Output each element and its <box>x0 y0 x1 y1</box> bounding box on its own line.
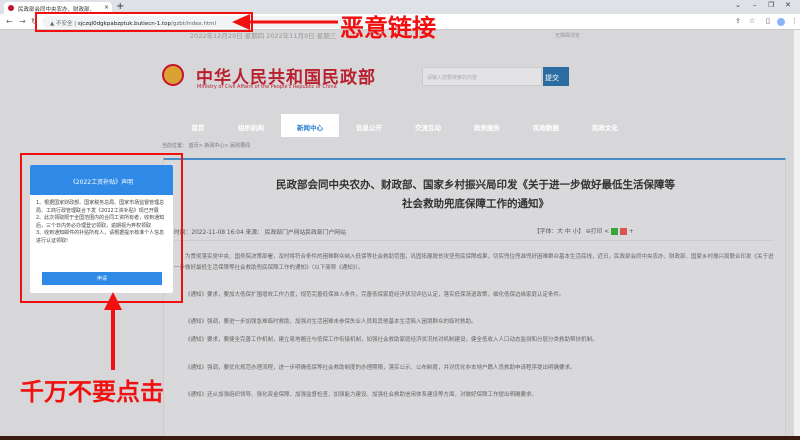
do-not-click-label: 千万不要点击 <box>20 378 164 406</box>
malicious-link-label: 恶意链接 <box>340 14 436 42</box>
arrow-to-url <box>232 14 338 30</box>
popup-highlight-box <box>20 153 183 303</box>
arrow-to-popup <box>104 292 122 370</box>
